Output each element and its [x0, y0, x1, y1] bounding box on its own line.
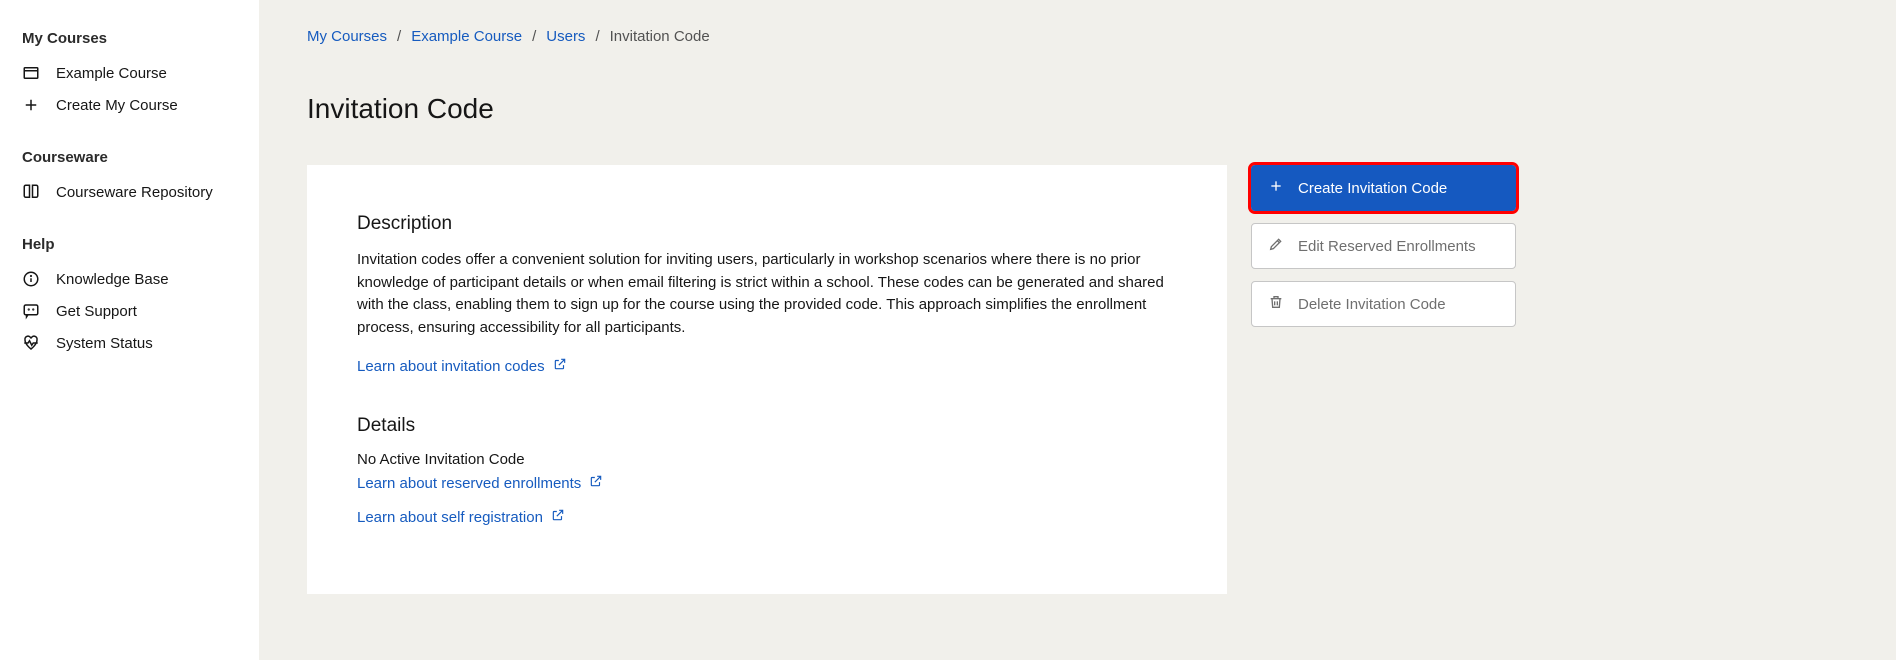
delete-invitation-code-button[interactable]: Delete Invitation Code — [1251, 281, 1516, 327]
chat-icon — [22, 302, 40, 320]
external-link-icon — [551, 508, 565, 526]
sidebar-heading-help: Help — [0, 230, 259, 263]
course-icon — [22, 64, 40, 82]
pencil-icon — [1268, 236, 1284, 256]
sidebar-item-system-status[interactable]: System Status — [0, 327, 259, 359]
edit-reserved-enrollments-button[interactable]: Edit Reserved Enrollments — [1251, 223, 1516, 269]
sidebar-heading-courseware: Courseware — [0, 143, 259, 176]
details-heading: Details — [357, 415, 1177, 437]
button-label: Delete Invitation Code — [1298, 296, 1446, 313]
sidebar-item-label: Knowledge Base — [56, 271, 237, 288]
sidebar-heading-my-courses: My Courses — [0, 24, 259, 57]
external-link-icon — [553, 357, 567, 375]
learn-link-label: Learn about reserved enrollments — [357, 475, 581, 492]
learn-reserved-enrollments-link[interactable]: Learn about reserved enrollments — [357, 474, 1177, 492]
sidebar: My Courses Example Course Create My Cour… — [0, 0, 259, 660]
button-label: Create Invitation Code — [1298, 180, 1447, 197]
learn-invitation-codes-link[interactable]: Learn about invitation codes — [357, 357, 567, 375]
external-link-icon — [589, 474, 603, 492]
book-icon — [22, 183, 40, 201]
sidebar-item-create-course[interactable]: Create My Course — [0, 89, 259, 121]
breadcrumb-users[interactable]: Users — [546, 28, 585, 45]
breadcrumb-my-courses[interactable]: My Courses — [307, 28, 387, 45]
description-heading: Description — [357, 213, 1177, 235]
main-content: My Courses / Example Course / Users / In… — [259, 0, 1896, 660]
breadcrumb: My Courses / Example Course / Users / In… — [307, 28, 1856, 45]
sidebar-item-courseware-repository[interactable]: Courseware Repository — [0, 176, 259, 208]
actions-column: Create Invitation Code Edit Reserved Enr… — [1251, 165, 1516, 327]
sidebar-section-courseware: Courseware Courseware Repository — [0, 143, 259, 208]
breadcrumb-separator: / — [595, 28, 599, 45]
sidebar-item-label: System Status — [56, 335, 237, 352]
sidebar-item-knowledge-base[interactable]: Knowledge Base — [0, 263, 259, 295]
invitation-code-panel: Description Invitation codes offer a con… — [307, 165, 1227, 594]
sidebar-item-example-course[interactable]: Example Course — [0, 57, 259, 89]
plus-icon — [22, 96, 40, 114]
sidebar-item-label: Courseware Repository — [56, 184, 237, 201]
details-status: No Active Invitation Code — [357, 451, 1177, 468]
breadcrumb-separator: / — [532, 28, 536, 45]
page-title: Invitation Code — [307, 93, 1856, 125]
heartbeat-icon — [22, 334, 40, 352]
sidebar-section-help: Help Knowledge Base Get Support System S… — [0, 230, 259, 359]
create-invitation-code-button[interactable]: Create Invitation Code — [1251, 165, 1516, 211]
breadcrumb-separator: / — [397, 28, 401, 45]
sidebar-item-get-support[interactable]: Get Support — [0, 295, 259, 327]
button-label: Edit Reserved Enrollments — [1298, 238, 1476, 255]
learn-self-registration-link[interactable]: Learn about self registration — [357, 508, 1177, 526]
description-text: Invitation codes offer a convenient solu… — [357, 249, 1177, 339]
sidebar-item-label: Get Support — [56, 303, 237, 320]
learn-link-label: Learn about invitation codes — [357, 358, 545, 375]
learn-link-label: Learn about self registration — [357, 509, 543, 526]
breadcrumb-example-course[interactable]: Example Course — [411, 28, 522, 45]
info-icon — [22, 270, 40, 288]
trash-icon — [1268, 294, 1284, 314]
sidebar-item-label: Example Course — [56, 65, 237, 82]
breadcrumb-current: Invitation Code — [610, 28, 710, 45]
sidebar-section-my-courses: My Courses Example Course Create My Cour… — [0, 24, 259, 121]
sidebar-item-label: Create My Course — [56, 97, 237, 114]
plus-icon — [1268, 178, 1284, 198]
